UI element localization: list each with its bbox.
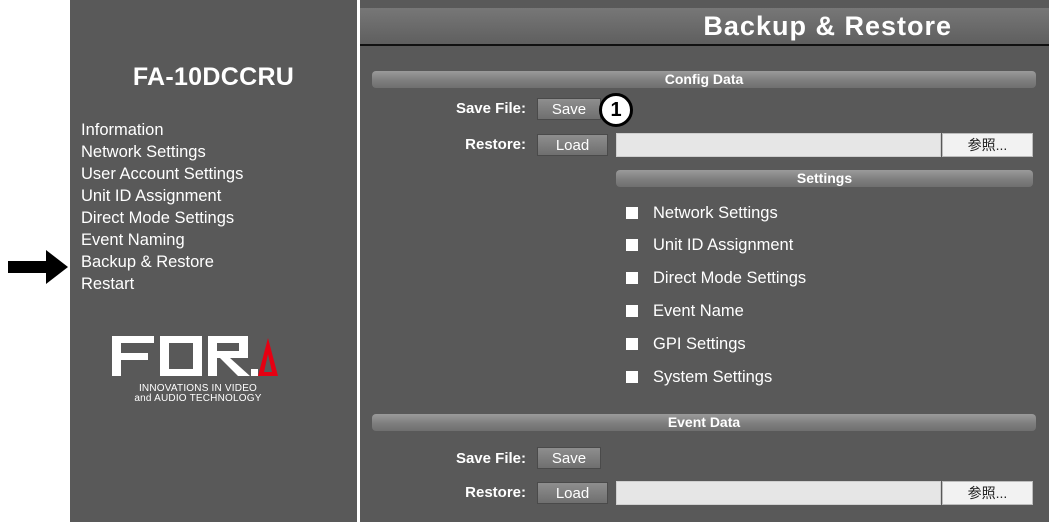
logo-tagline: INNOVATIONS IN VIDEO and AUDIO TECHNOLOG… xyxy=(134,383,262,404)
setting-direct-mode-label: Direct Mode Settings xyxy=(653,269,807,287)
sidebar-item-backup-restore[interactable]: Backup & Restore xyxy=(81,251,243,273)
fora-logo-mark-icon xyxy=(112,336,278,376)
sidebar-item-direct-mode-settings[interactable]: Direct Mode Settings xyxy=(81,207,243,229)
setting-unit-id-checkbox[interactable] xyxy=(626,239,638,251)
setting-gpi-label: GPI Settings xyxy=(653,335,746,353)
setting-gpi-checkbox[interactable] xyxy=(626,338,638,350)
sidebar-item-network-settings[interactable]: Network Settings xyxy=(81,141,243,163)
config-browse-button[interactable]: 参照... xyxy=(942,133,1033,157)
page-title-bar: Backup & Restore xyxy=(360,8,1049,44)
setting-system-label: System Settings xyxy=(653,368,773,386)
event-save-button[interactable]: Save xyxy=(537,447,601,469)
sidebar-item-restart[interactable]: Restart xyxy=(81,273,243,295)
config-save-button[interactable]: Save xyxy=(537,98,601,120)
settings-header: Settings xyxy=(616,170,1033,187)
setting-event-name-checkbox[interactable] xyxy=(626,305,638,317)
title-divider xyxy=(360,44,1049,46)
sidebar-item-user-account-settings[interactable]: User Account Settings xyxy=(81,163,243,185)
config-restore-label: Restore: xyxy=(465,136,526,153)
sidebar-nav: Information Network Settings User Accoun… xyxy=(81,119,243,295)
sidebar-item-event-naming[interactable]: Event Naming xyxy=(81,229,243,251)
sidebar-item-unit-id-assignment[interactable]: Unit ID Assignment xyxy=(81,185,243,207)
main-panel: Backup & Restore Config Data Save File: … xyxy=(360,0,1049,522)
config-load-button[interactable]: Load xyxy=(537,134,608,156)
model-name: FA-10DCCRU xyxy=(132,63,295,91)
sidebar: FA-10DCCRU Information Network Settings … xyxy=(70,0,357,522)
event-browse-button[interactable]: 参照... xyxy=(942,481,1033,505)
event-restore-label: Restore: xyxy=(465,484,526,501)
config-data-header: Config Data xyxy=(372,71,1036,88)
sidebar-item-information[interactable]: Information xyxy=(81,119,243,141)
event-data-header: Event Data xyxy=(372,414,1036,431)
pointer-arrow-icon xyxy=(8,250,68,284)
page-title: Backup & Restore xyxy=(703,11,952,41)
event-load-button[interactable]: Load xyxy=(537,482,608,504)
setting-system-checkbox[interactable] xyxy=(626,371,638,383)
setting-event-name-label: Event Name xyxy=(653,302,744,320)
setting-network-label: Network Settings xyxy=(653,204,778,222)
fora-logo: INNOVATIONS IN VIDEO and AUDIO TECHNOLOG… xyxy=(108,332,308,404)
setting-direct-mode-checkbox[interactable] xyxy=(626,272,638,284)
setting-network-checkbox[interactable] xyxy=(626,207,638,219)
event-save-label: Save File: xyxy=(455,450,526,467)
config-file-path-input[interactable] xyxy=(616,133,941,157)
step-callout: 1 xyxy=(599,93,633,127)
config-save-label: Save File: xyxy=(455,100,526,117)
setting-unit-id-label: Unit ID Assignment xyxy=(653,236,794,254)
event-file-path-input[interactable] xyxy=(616,481,941,505)
